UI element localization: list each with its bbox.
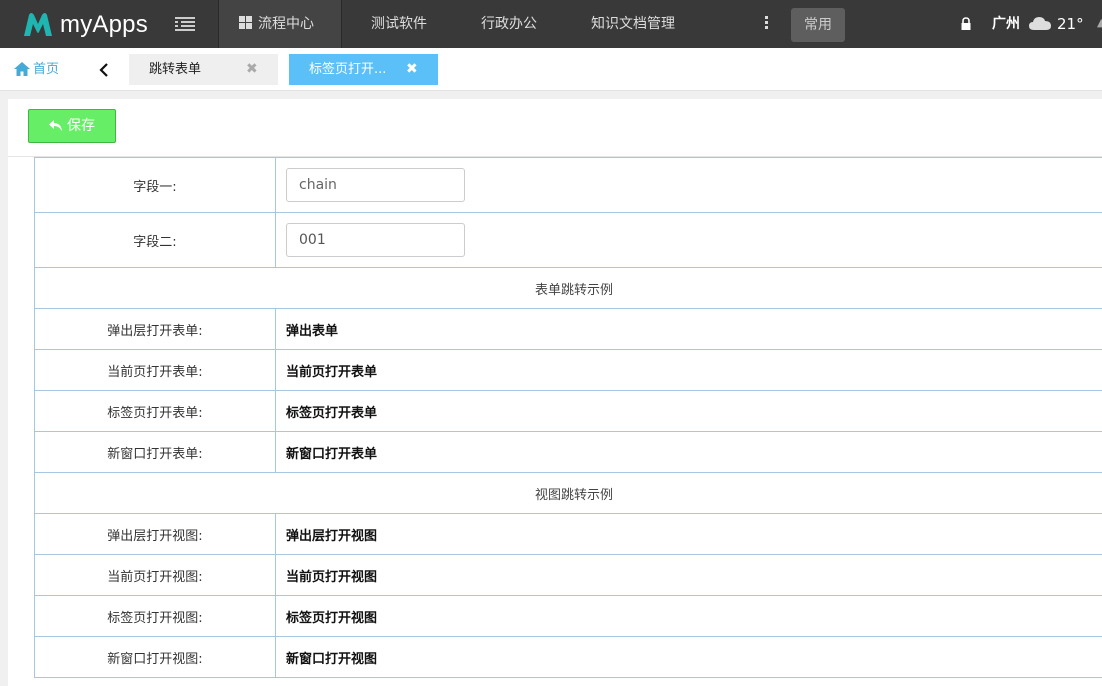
row-link[interactable]: 当前页打开视图 xyxy=(275,554,1102,596)
row-label: 弹出层打开表单: xyxy=(34,308,276,350)
row-link[interactable]: 弹出表单 xyxy=(275,308,1102,350)
home-tab[interactable]: 首页 xyxy=(14,48,59,91)
app-logo[interactable]: myApps xyxy=(22,10,148,40)
menu-toggle-icon[interactable] xyxy=(171,14,199,36)
form-area: 字段一: 字段二: 表单跳转示例 弹出层打开表单: 弹出表单 当前页打开表单: xyxy=(34,157,1102,678)
lock-icon[interactable] xyxy=(960,17,972,31)
field-label: 字段一: xyxy=(34,157,276,213)
section-header-row: 视图跳转示例 xyxy=(34,472,1102,514)
tab-label: 标签页打开... xyxy=(309,62,387,77)
reply-icon xyxy=(49,120,62,131)
table-row: 新窗口打开视图: 新窗口打开视图 xyxy=(34,636,1102,678)
section-title: 视图跳转示例 xyxy=(34,472,1102,514)
overflow-icon: ▲ xyxy=(1097,16,1102,29)
table-row: 标签页打开视图: 标签页打开视图 xyxy=(34,595,1102,637)
nav-item-admin-office[interactable]: 行政办公 xyxy=(481,0,537,48)
nav-item-knowledge-docs[interactable]: 知识文档管理 xyxy=(591,0,675,48)
row-label: 新窗口打开表单: xyxy=(34,431,276,473)
common-button[interactable]: 常用 xyxy=(791,8,845,42)
cloud-icon xyxy=(1029,17,1051,30)
nav-item-label: 流程中心 xyxy=(258,16,314,32)
table-row: 弹出层打开视图: 弹出层打开视图 xyxy=(34,513,1102,555)
row-link[interactable]: 标签页打开视图 xyxy=(275,595,1102,637)
table-row: 弹出层打开表单: 弹出表单 xyxy=(34,308,1102,350)
weather-temperature: 21° xyxy=(1057,15,1084,33)
save-button[interactable]: 保存 xyxy=(28,109,116,143)
form-table: 字段一: 字段二: 表单跳转示例 弹出层打开表单: 弹出表单 当前页打开表单: xyxy=(34,157,1102,678)
weather-city: 广州 xyxy=(992,16,1020,32)
section-header-row: 表单跳转示例 xyxy=(34,267,1102,309)
form-toolbar: 保存 xyxy=(8,99,1102,157)
table-row: 当前页打开视图: 当前页打开视图 xyxy=(34,554,1102,596)
row-label: 新窗口打开视图: xyxy=(34,636,276,678)
grid-icon xyxy=(239,16,252,29)
row-link[interactable]: 当前页打开表单 xyxy=(275,349,1102,391)
row-label: 弹出层打开视图: xyxy=(34,513,276,555)
content-panel: 保存 字段一: 字段二: 表单跳转示例 弹出层打开表单: 弹出表单 xyxy=(8,99,1102,686)
row-label: 当前页打开视图: xyxy=(34,554,276,596)
table-row: 字段二: xyxy=(34,212,1102,268)
row-link[interactable]: 弹出层打开视图 xyxy=(275,513,1102,555)
tab-bar: 首页 跳转表单 ✖ 标签页打开... ✖ xyxy=(0,48,1102,91)
home-label: 首页 xyxy=(33,62,60,77)
nav-item-test-software[interactable]: 测试软件 xyxy=(371,0,427,48)
tab-tabpage-open[interactable]: 标签页打开... ✖ xyxy=(289,54,438,85)
table-row: 标签页打开表单: 标签页打开表单 xyxy=(34,390,1102,432)
row-link[interactable]: 新窗口打开视图 xyxy=(275,636,1102,678)
app-name: myApps xyxy=(60,11,148,38)
section-title: 表单跳转示例 xyxy=(34,267,1102,309)
home-icon xyxy=(14,61,30,76)
row-link[interactable]: 新窗口打开表单 xyxy=(275,431,1102,473)
row-label: 标签页打开表单: xyxy=(34,390,276,432)
field-label: 字段二: xyxy=(34,212,276,268)
field-two-input[interactable] xyxy=(286,223,465,257)
logo-icon xyxy=(24,13,52,36)
table-row: 当前页打开表单: 当前页打开表单 xyxy=(34,349,1102,391)
field-one-input[interactable] xyxy=(286,168,465,202)
table-row: 字段一: xyxy=(34,157,1102,213)
table-row: 新窗口打开表单: 新窗口打开表单 xyxy=(34,431,1102,473)
close-icon[interactable]: ✖ xyxy=(246,54,258,85)
close-icon[interactable]: ✖ xyxy=(406,54,418,85)
row-label: 当前页打开表单: xyxy=(34,349,276,391)
tab-jump-form[interactable]: 跳转表单 ✖ xyxy=(129,54,278,85)
row-label: 标签页打开视图: xyxy=(34,595,276,637)
back-chevron-icon[interactable] xyxy=(95,61,113,79)
tab-label: 跳转表单 xyxy=(149,62,202,77)
top-navbar: myApps 流程中心 测试软件 行政办公 知识文档管理 常用 广州 21° ▲ xyxy=(0,0,1102,48)
nav-item-process-center[interactable]: 流程中心 xyxy=(218,0,342,48)
save-label: 保存 xyxy=(67,118,95,134)
row-link[interactable]: 标签页打开表单 xyxy=(275,390,1102,432)
more-menu-icon[interactable] xyxy=(760,14,772,34)
